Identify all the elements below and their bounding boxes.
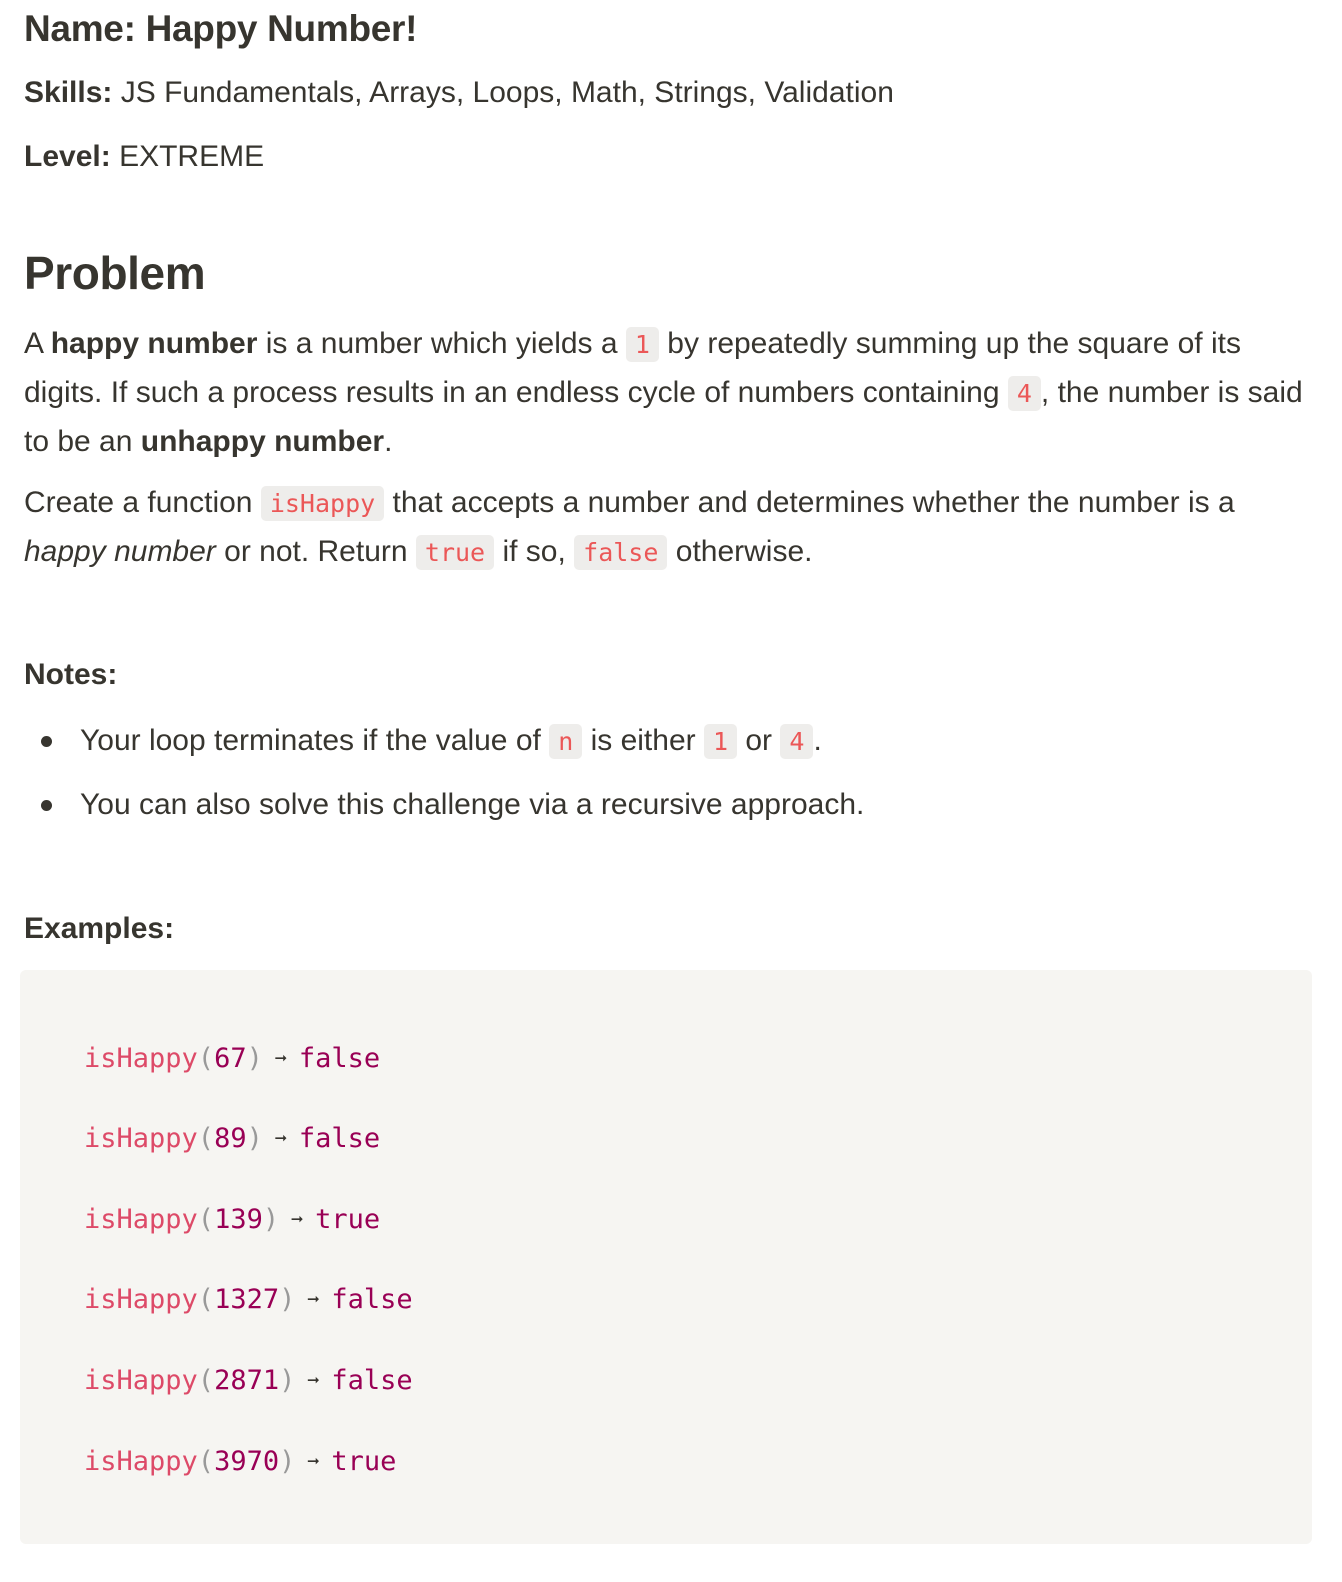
code-punctuation: ) xyxy=(246,1123,263,1154)
inline-code: isHappy xyxy=(260,486,385,521)
inline-code: n xyxy=(549,724,583,759)
inline-code: 1 xyxy=(625,327,659,362)
code-argument: 89 xyxy=(214,1123,247,1154)
list-item: You can also solve this challenge via a … xyxy=(24,780,1314,844)
code-argument: 2871 xyxy=(214,1365,280,1396)
code-function: isHappy xyxy=(84,1123,198,1154)
bold-term: unhappy number xyxy=(140,425,385,458)
inline-code: false xyxy=(574,535,668,570)
problem-description: A happy number is a number which yields … xyxy=(24,320,1314,466)
inline-code: true xyxy=(415,535,495,570)
text-run: that accepts a number and determines whe… xyxy=(384,486,1235,519)
code-result: true xyxy=(315,1204,381,1235)
code-punctuation: ( xyxy=(197,1284,215,1315)
bullet-icon xyxy=(41,736,52,747)
code-function: isHappy xyxy=(84,1284,198,1315)
code-argument: 67 xyxy=(214,1043,247,1074)
code-argument: 1327 xyxy=(214,1284,280,1315)
task-description: Create a function isHappy that accepts a… xyxy=(24,479,1314,577)
code-function: isHappy xyxy=(84,1446,198,1477)
notes-heading: Notes: xyxy=(24,658,118,691)
page-title: Name: Happy Number! xyxy=(24,8,418,49)
level-label: Level: xyxy=(24,140,111,173)
arrow-icon: ➞ xyxy=(291,1207,304,1231)
bullet-icon xyxy=(41,800,52,811)
code-argument: 3970 xyxy=(214,1446,280,1477)
code-punctuation: ) xyxy=(279,1446,296,1477)
code-line: isHappy(89) ➞ false xyxy=(84,1120,380,1157)
code-result: false xyxy=(331,1365,413,1396)
code-punctuation: ) xyxy=(279,1284,296,1315)
code-punctuation: ) xyxy=(246,1043,263,1074)
text-run: otherwise. xyxy=(667,535,813,568)
code-result: true xyxy=(331,1446,397,1477)
arrow-icon: ➞ xyxy=(274,1126,287,1150)
code-result: false xyxy=(298,1043,381,1074)
skills-line: Skills: JS Fundamentals, Arrays, Loops, … xyxy=(24,76,894,110)
arrow-icon: ➞ xyxy=(274,1046,287,1070)
code-punctuation: ( xyxy=(197,1123,215,1154)
code-line: isHappy(2871) ➞ false xyxy=(84,1362,413,1399)
level-value: EXTREME xyxy=(119,140,265,173)
text-run: or not. Return xyxy=(215,535,416,568)
text-run: . xyxy=(384,425,393,458)
skills-label: Skills: xyxy=(24,76,113,109)
code-function: isHappy xyxy=(84,1365,198,1396)
level-line: Level: EXTREME xyxy=(24,140,264,174)
code-punctuation: ( xyxy=(197,1446,215,1477)
inline-code: 4 xyxy=(780,724,814,759)
code-punctuation: ( xyxy=(197,1204,215,1235)
notes-list: Your loop terminates if the value of n i… xyxy=(24,716,1314,844)
code-result: false xyxy=(298,1123,381,1154)
text-run: A xyxy=(24,327,51,360)
code-punctuation: ) xyxy=(279,1365,296,1396)
arrow-icon: ➞ xyxy=(307,1368,320,1392)
arrow-icon: ➞ xyxy=(307,1449,320,1473)
text-run: if so, xyxy=(494,535,575,568)
italic-term: happy number xyxy=(24,535,216,568)
examples-code-block[interactable]: isHappy(67) ➞ false isHappy(89) ➞ false isHa… xyxy=(20,970,1312,1544)
text-run: is either xyxy=(582,724,704,757)
text-run: You can also solve this challenge via a … xyxy=(80,788,865,821)
text-run: is a number which yields a xyxy=(257,327,626,360)
code-line: isHappy(1327) ➞ false xyxy=(84,1281,413,1318)
text-run: or xyxy=(737,724,781,757)
code-punctuation: ) xyxy=(262,1204,280,1235)
text-run: Create a function xyxy=(24,486,261,519)
inline-code: 4 xyxy=(1007,376,1041,411)
text-run: . xyxy=(813,724,822,757)
inline-code: 1 xyxy=(703,724,738,759)
problem-heading: Problem xyxy=(24,247,206,299)
code-argument: 139 xyxy=(214,1204,263,1235)
skills-value: JS Fundamentals, Arrays, Loops, Math, St… xyxy=(120,76,894,109)
examples-heading: Examples: xyxy=(24,912,175,945)
code-punctuation: ( xyxy=(197,1043,215,1074)
code-line: isHappy(139) ➞ true xyxy=(84,1201,380,1238)
list-item: Your loop terminates if the value of n i… xyxy=(24,716,1314,780)
code-function: isHappy xyxy=(84,1043,198,1074)
code-result: false xyxy=(331,1284,413,1315)
arrow-icon: ➞ xyxy=(307,1287,320,1311)
code-line: isHappy(67) ➞ false xyxy=(84,1040,380,1077)
code-function: isHappy xyxy=(84,1204,198,1235)
code-line: isHappy(3970) ➞ true xyxy=(84,1443,396,1480)
text-run: Your loop terminates if the value of xyxy=(80,724,550,757)
bold-term: happy number xyxy=(50,327,258,360)
code-punctuation: ( xyxy=(197,1365,215,1396)
